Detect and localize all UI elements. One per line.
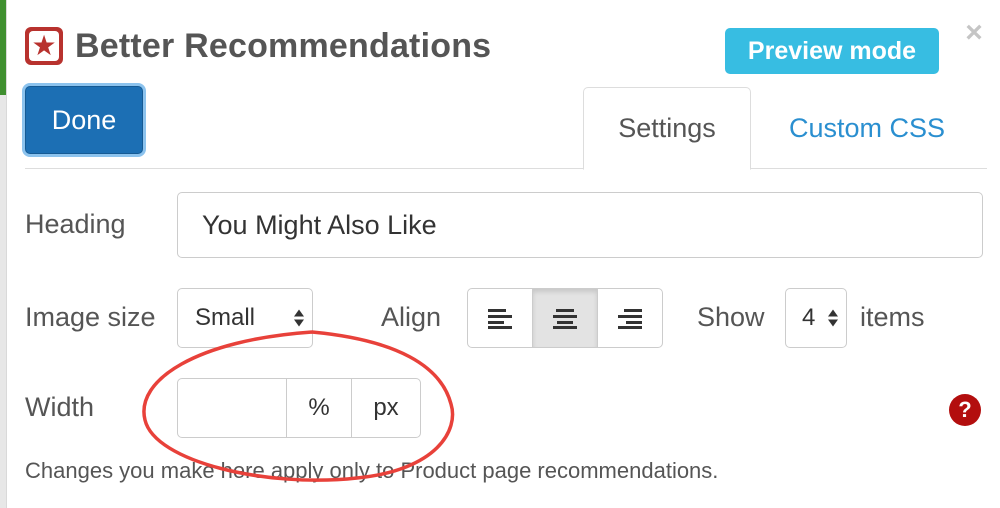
modal-title-row: ★ Better Recommendations [25,26,491,66]
show-count-select[interactable]: 4 [785,288,847,348]
items-label: items [860,302,925,332]
align-left-button[interactable] [467,288,533,348]
align-left-icon [488,309,512,329]
preview-mode-button[interactable]: Preview mode [725,28,939,74]
align-label: Align [381,302,442,332]
width-input[interactable] [177,378,287,438]
select-arrows-icon [828,309,838,327]
tab-custom-css[interactable]: Custom CSS [767,87,967,169]
settings-modal: ★ Better Recommendations Preview mode × … [6,0,1000,508]
width-label: Width [25,392,95,422]
image-size-label: Image size [25,302,156,332]
unit-percent-button[interactable]: % [286,378,352,438]
width-input-group: % px [177,378,421,438]
align-right-icon [618,309,642,329]
scope-note: Changes you make here apply only to Prod… [25,458,719,483]
show-label: Show [697,302,765,332]
done-button[interactable]: Done [25,86,143,154]
tab-settings[interactable]: Settings [583,87,751,170]
close-icon[interactable]: × [961,18,987,48]
select-arrows-icon [294,309,304,327]
show-count-value: 4 [802,304,816,331]
align-center-button[interactable] [532,288,598,348]
align-center-icon [553,309,577,329]
star-icon: ★ [29,31,59,61]
app-logo: ★ [25,27,63,65]
heading-label: Heading [25,209,126,239]
heading-input[interactable]: You Might Also Like [177,192,983,258]
heading-input-value: You Might Also Like [202,209,437,240]
unit-px-button[interactable]: px [351,378,421,438]
help-icon[interactable]: ? [949,394,981,426]
app-title: Better Recommendations [75,26,492,65]
align-button-group [467,288,663,348]
image-size-select[interactable]: Small [177,288,313,348]
image-size-value: Small [195,304,256,331]
align-right-button[interactable] [597,288,663,348]
